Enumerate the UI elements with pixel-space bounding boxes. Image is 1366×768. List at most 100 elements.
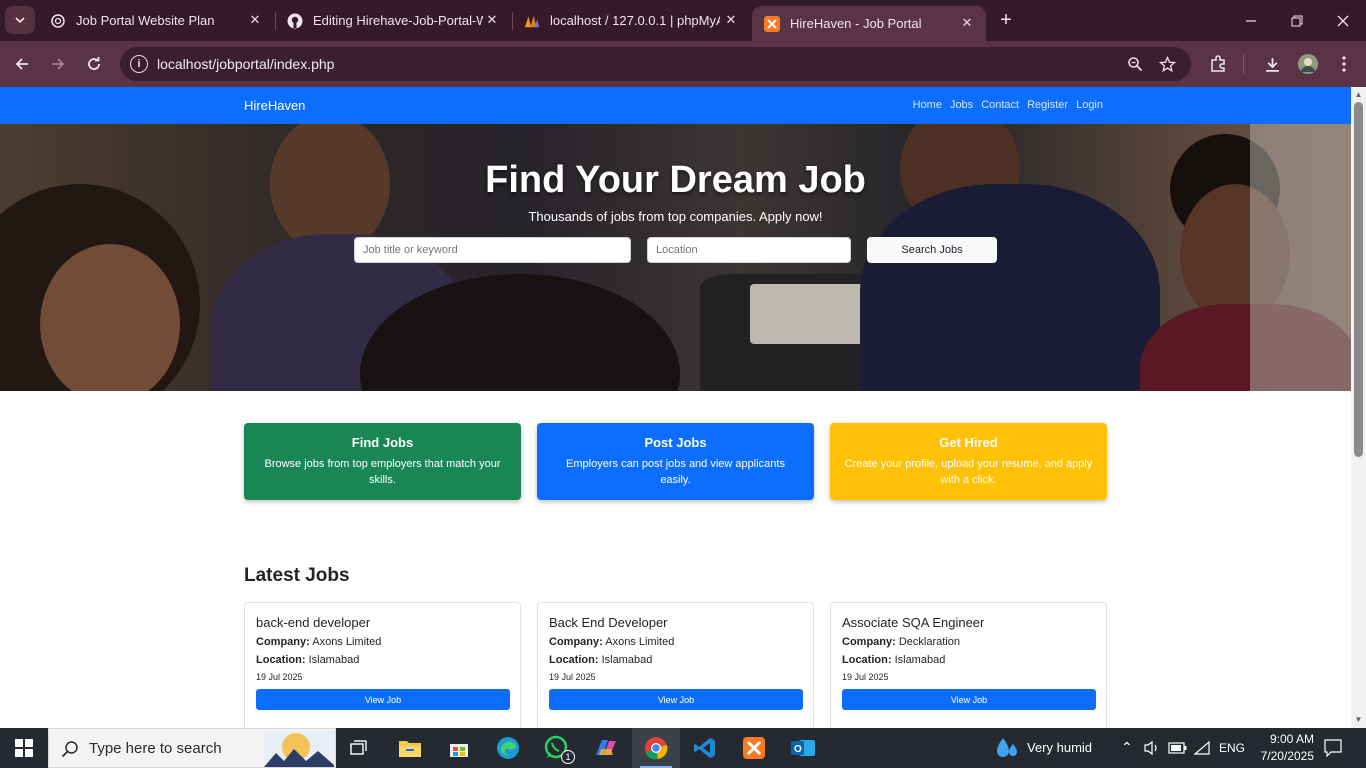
profile-avatar[interactable] xyxy=(1294,50,1322,78)
job-card: Associate SQA Engineer Company: Decklara… xyxy=(830,602,1107,728)
job-title: Back End Developer xyxy=(549,615,668,630)
location-input[interactable] xyxy=(647,237,851,263)
tab-phpmyadmin[interactable]: localhost / 127.0.0.1 | phpMyAd ✕ xyxy=(512,0,750,41)
close-icon xyxy=(1337,15,1349,26)
chevron-down-icon xyxy=(15,17,25,24)
svg-text:O: O xyxy=(794,744,802,755)
start-button[interactable] xyxy=(0,728,48,768)
scrollbar-thumb[interactable] xyxy=(1354,102,1363,457)
network-icon[interactable] xyxy=(1193,740,1211,761)
extensions-button[interactable] xyxy=(1204,50,1232,78)
minimize-icon xyxy=(1246,19,1256,22)
feature-find-jobs[interactable]: Find Jobs Browse jobs from top employers… xyxy=(244,423,521,500)
taskbar-store[interactable] xyxy=(435,728,483,768)
search-jobs-button[interactable]: Search Jobs xyxy=(867,237,997,263)
restore-button[interactable] xyxy=(1274,0,1320,41)
scroll-down-icon[interactable]: ▼ xyxy=(1354,715,1363,724)
store-icon xyxy=(450,744,468,757)
search-highlight-moon-icon xyxy=(264,731,334,767)
taskbar-vscode[interactable] xyxy=(681,728,729,768)
speaker-icon[interactable] xyxy=(1143,740,1161,761)
close-tab-icon[interactable]: ✕ xyxy=(724,12,738,27)
copilot-icon xyxy=(596,740,616,755)
scroll-up-icon[interactable]: ▲ xyxy=(1354,90,1363,99)
avatar-icon xyxy=(1298,54,1318,74)
bookmark-star-icon[interactable] xyxy=(1157,54,1177,74)
keyword-input[interactable] xyxy=(354,237,631,263)
view-job-button[interactable]: View Job xyxy=(549,689,803,710)
notifications-icon[interactable] xyxy=(1324,739,1342,762)
edge-icon xyxy=(497,737,519,759)
job-location: Location: Islamabad xyxy=(256,654,360,666)
taskbar-edge[interactable] xyxy=(484,728,532,768)
weather-widget[interactable]: Very humid xyxy=(992,728,1102,768)
forward-button[interactable] xyxy=(44,50,72,78)
vscode-icon xyxy=(694,738,715,758)
feature-text: Employers can post jobs and view applica… xyxy=(566,458,785,486)
job-location: Location: Islamabad xyxy=(842,654,946,666)
taskbar-xampp[interactable] xyxy=(730,728,778,768)
job-card: back-end developer Company: Axons Limite… xyxy=(244,602,521,728)
tab-job-portal-plan[interactable]: Job Portal Website Plan ✕ xyxy=(38,0,274,41)
chevron-up-icon[interactable]: ⌃ xyxy=(1121,739,1133,756)
job-company: Company: Decklaration xyxy=(842,636,960,648)
openai-icon xyxy=(50,13,66,29)
tab-search-button[interactable] xyxy=(5,6,35,34)
new-tab-button[interactable]: + xyxy=(994,8,1018,32)
job-date: 19 Jul 2025 xyxy=(842,672,889,682)
taskbar-whatsapp[interactable]: 1 xyxy=(533,728,581,768)
nav-contact[interactable]: Contact xyxy=(981,99,1019,111)
view-job-button[interactable]: View Job xyxy=(256,689,510,710)
reload-button[interactable] xyxy=(80,50,108,78)
back-button[interactable] xyxy=(8,50,36,78)
taskbar-outlook[interactable]: O xyxy=(779,728,827,768)
github-icon xyxy=(287,13,303,29)
clock-time: 9:00 AM xyxy=(1269,732,1314,746)
battery-icon[interactable] xyxy=(1168,741,1188,760)
downloads-button[interactable] xyxy=(1258,50,1286,78)
job-date: 19 Jul 2025 xyxy=(549,672,596,682)
minimize-button[interactable] xyxy=(1228,0,1274,41)
latest-jobs-heading: Latest Jobs xyxy=(244,565,350,586)
close-window-button[interactable] xyxy=(1320,0,1366,41)
tab-hirehaven-active[interactable]: HireHaven - Job Portal ✕ xyxy=(752,6,986,41)
language-indicator[interactable]: ENG xyxy=(1219,741,1245,755)
address-url[interactable]: localhost/jobportal/index.php xyxy=(157,56,334,72)
task-view-button[interactable] xyxy=(336,728,384,768)
nav-jobs[interactable]: Jobs xyxy=(950,99,973,111)
puzzle-icon xyxy=(1211,55,1225,72)
taskbar-chrome[interactable] xyxy=(632,728,680,768)
close-tab-icon[interactable]: ✕ xyxy=(485,12,499,27)
taskbar-search-box[interactable]: Type here to search xyxy=(48,728,336,768)
feature-get-hired[interactable]: Get Hired Create your profile, upload yo… xyxy=(830,423,1107,500)
folder-icon xyxy=(399,741,421,757)
nav-register[interactable]: Register xyxy=(1027,99,1068,111)
tab-github-editing[interactable]: Editing Hirehave-Job-Portal-We ✕ xyxy=(275,0,511,41)
browser-toolbar: i localhost/jobportal/index.php xyxy=(0,41,1366,87)
taskbar-copilot[interactable] xyxy=(582,728,630,768)
clock[interactable]: 9:00 AM 7/20/2025 xyxy=(1252,731,1314,765)
hero-subtitle: Thousands of jobs from top companies. Ap… xyxy=(528,209,823,224)
nav-home[interactable]: Home xyxy=(913,99,942,111)
restore-icon xyxy=(1291,15,1303,26)
feature-post-jobs[interactable]: Post Jobs Employers can post jobs and vi… xyxy=(537,423,814,500)
taskbar-search-placeholder: Type here to search xyxy=(89,740,222,757)
taskbar-file-explorer[interactable] xyxy=(386,728,434,768)
nav-login[interactable]: Login xyxy=(1076,99,1103,111)
outlook-icon: O xyxy=(791,740,815,756)
zoom-icon[interactable] xyxy=(1125,54,1145,74)
browser-menu-button[interactable] xyxy=(1330,50,1358,78)
job-company: Company: Axons Limited xyxy=(549,636,675,648)
feature-text: Create your profile, upload your resume,… xyxy=(844,458,1093,486)
close-tab-icon[interactable]: ✕ xyxy=(960,15,974,30)
site-brand[interactable]: HireHaven xyxy=(244,98,305,113)
view-job-button[interactable]: View Job xyxy=(842,689,1096,710)
address-bar[interactable]: i localhost/jobportal/index.php xyxy=(120,47,1191,81)
page-scrollbar[interactable]: ▲ ▼ xyxy=(1351,87,1366,728)
search-icon xyxy=(61,741,78,758)
feature-title: Post Jobs xyxy=(644,435,707,450)
site-info-icon[interactable]: i xyxy=(130,55,148,73)
water-drop-icon xyxy=(997,738,1017,757)
clock-date: 7/20/2025 xyxy=(1260,749,1314,763)
close-tab-icon[interactable]: ✕ xyxy=(248,12,262,27)
